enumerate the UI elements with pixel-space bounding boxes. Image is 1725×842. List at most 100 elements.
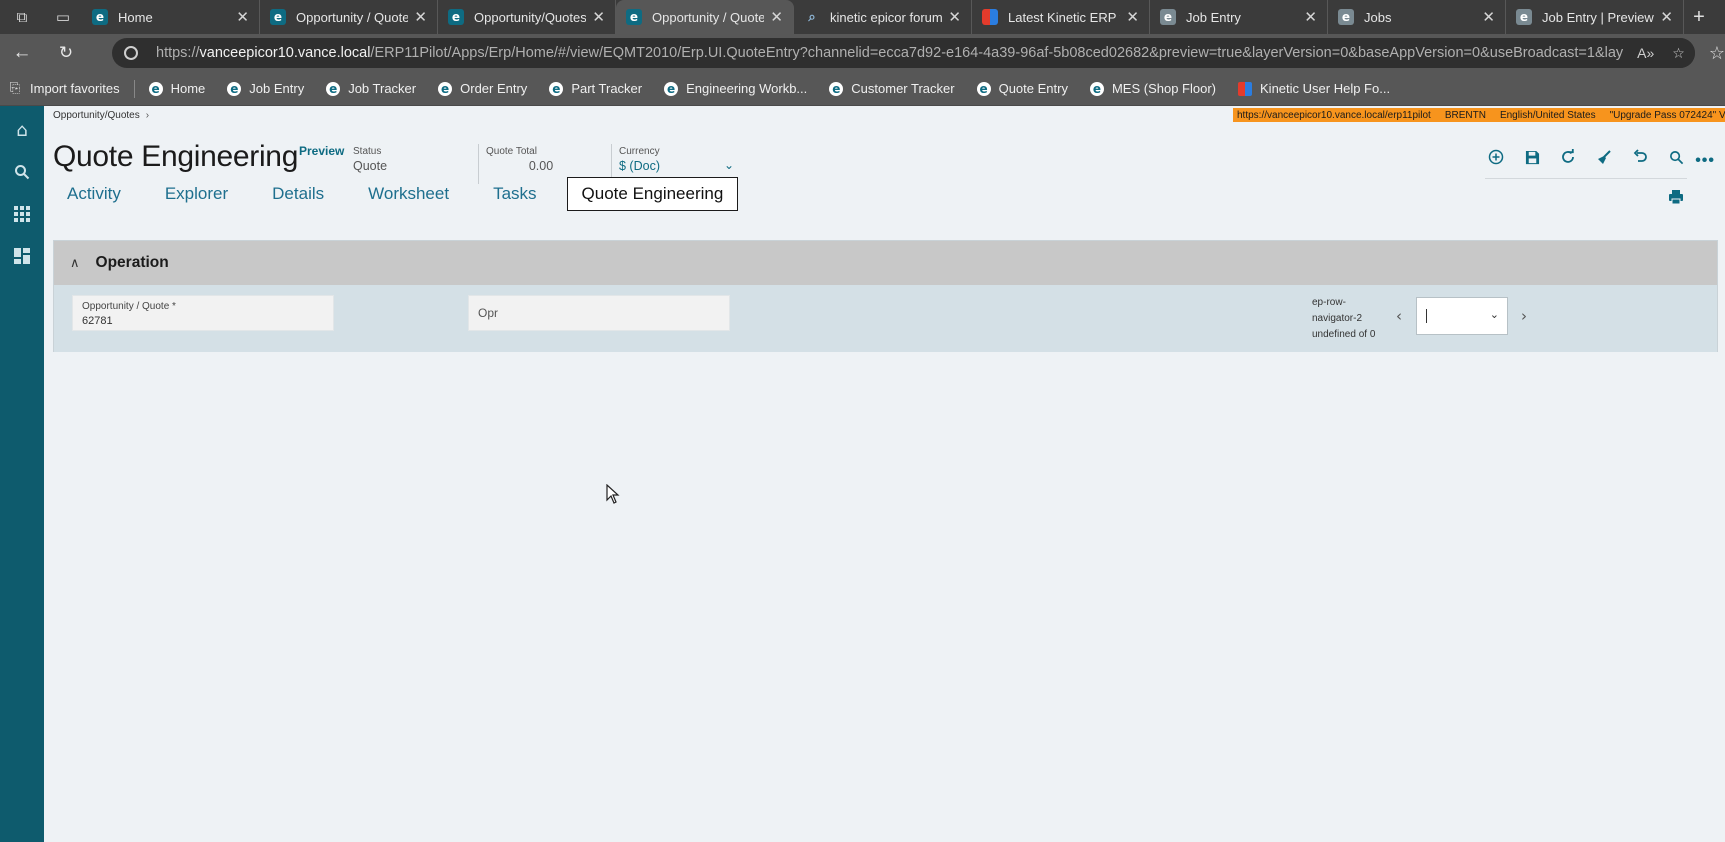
browser-tab-label: Opportunity/Quotes (474, 9, 587, 25)
tab-activity[interactable]: Activity (53, 177, 135, 211)
favorite-item[interactable]: e MES (Shop Floor) (1089, 81, 1216, 96)
apps-grid-icon[interactable] (10, 202, 34, 226)
favorite-item[interactable]: e Job Tracker (326, 81, 416, 96)
quote-total-label: Quote Total (486, 146, 537, 157)
save-icon[interactable] (1521, 146, 1543, 168)
import-icon: ⎘ (9, 81, 21, 96)
browser-tab[interactable]: e Opportunity / Quote E ✕ (616, 0, 794, 34)
browser-tab[interactable]: e Opportunity / Quote E ✕ (260, 0, 438, 34)
environment-bar: https://vanceepicor10.vance.local/erp11p… (1233, 108, 1725, 122)
chevron-down-icon[interactable]: ⌄ (724, 158, 734, 173)
tab-details[interactable]: Details (258, 177, 338, 211)
favorite-item[interactable]: e Part Tracker (549, 81, 642, 96)
more-options-icon[interactable]: ••• (1695, 152, 1715, 170)
tab-worksheet[interactable]: Worksheet (354, 177, 463, 211)
text-caret (1426, 309, 1427, 323)
favorites-bar: ⎘ Import favorites e Home e Job Entry e Job Tra… (0, 72, 1725, 106)
close-icon[interactable]: ✕ (1482, 8, 1495, 26)
epicor-favicon-icon: e (1516, 9, 1532, 25)
browser-tab[interactable]: e Job Entry ✕ (1150, 0, 1328, 34)
opr-label: Opr (478, 306, 499, 320)
operation-panel-title: Operation (95, 254, 169, 271)
favorite-item[interactable]: e Customer Tracker (829, 81, 955, 96)
browser-tab[interactable]: ⌕ kinetic epicor forum - ✕ (794, 0, 972, 34)
site-info-icon[interactable] (124, 46, 138, 60)
address-bar-row: ← ↻ https://vanceepicor10.vance.local/ER… (0, 34, 1725, 72)
close-icon[interactable]: ✕ (948, 8, 961, 26)
quote-total-field: Quote Total 0.00 (486, 146, 596, 173)
favorite-item[interactable]: Kinetic User Help Fo... (1238, 81, 1390, 96)
preview-badge: Preview (299, 144, 345, 158)
browser-tab-label: Job Entry (1186, 9, 1241, 25)
favorite-item[interactable]: e Order Entry (438, 81, 527, 96)
close-icon[interactable]: ✕ (414, 8, 427, 26)
browser-tab-strip: ⧉ ▭ e Home ✕ e Opportunity / Quote E ✕ e Opport… (0, 0, 1725, 34)
print-icon[interactable] (1665, 186, 1687, 208)
tab-explorer[interactable]: Explorer (151, 177, 242, 211)
dashboard-icon[interactable] (10, 244, 34, 268)
epicor-favicon-icon: e (92, 9, 108, 25)
breadcrumb-separator: › (145, 110, 150, 121)
browser-tab[interactable]: e Job Entry | Preview ✕ (1506, 0, 1684, 34)
status-label: Status (353, 146, 382, 157)
row-navigator-select[interactable]: ⌄ (1416, 297, 1508, 335)
browser-tab-label: Job Entry | Preview (1542, 9, 1654, 25)
favorite-item[interactable]: ⎘ Import favorites (8, 81, 120, 96)
close-icon[interactable]: ✕ (236, 8, 249, 26)
favorite-item[interactable]: e Engineering Workb... (664, 81, 807, 96)
favorite-item[interactable]: e Home (148, 81, 205, 96)
favorite-item[interactable]: e Job Entry (227, 81, 304, 96)
chevron-left-icon[interactable]: ‹ (1396, 307, 1402, 325)
operation-panel-header[interactable]: ∧ Operation (54, 241, 1717, 285)
url-path: /ERP11Pilot/Apps/Erp/Home/#/view/EQMT201… (370, 45, 1667, 61)
operation-panel: ∧ Operation Opportunity / Quote * 62781 … (53, 240, 1718, 352)
favorite-item-label: Job Entry (249, 81, 305, 96)
favorite-item[interactable]: e Quote Entry (976, 81, 1068, 96)
clear-brush-icon[interactable] (1593, 146, 1615, 168)
tab-actions-icon[interactable]: ▭ (44, 0, 82, 34)
browser-tab[interactable]: e Latest Kinetic ERP topi ✕ (972, 0, 1150, 34)
search-icon[interactable] (10, 160, 34, 184)
browser-tab[interactable]: e Jobs ✕ (1328, 0, 1506, 34)
browser-tab[interactable]: e Home ✕ (82, 0, 260, 34)
favorite-item-label: Customer Tracker (851, 81, 955, 96)
address-input[interactable]: https://vanceepicor10.vance.local/ERP11P… (112, 38, 1695, 68)
epicor-favicon-icon: e (664, 81, 679, 96)
workspaces-icon[interactable]: ⧉ (0, 0, 44, 34)
page-title: Quote Engineering (53, 140, 299, 173)
new-tab-button[interactable]: + (1684, 0, 1714, 34)
favorite-item-label: Part Tracker (571, 81, 643, 96)
opportunity-quote-field[interactable]: Opportunity / Quote * 62781 (72, 295, 334, 331)
tab-tasks[interactable]: Tasks (479, 177, 550, 211)
close-icon[interactable]: ✕ (770, 8, 783, 26)
refresh-icon[interactable] (1557, 146, 1579, 168)
opr-field[interactable]: Opr (468, 295, 730, 331)
epicor-favicon-icon: e (976, 81, 991, 96)
browser-tab-label: Opportunity / Quote E (296, 9, 409, 25)
close-icon[interactable]: ✕ (1126, 8, 1139, 26)
close-icon[interactable]: ✕ (1660, 8, 1673, 26)
quote-total-value: 0.00 (528, 159, 554, 173)
back-icon[interactable]: ← (0, 42, 44, 64)
currency-select[interactable]: Currency $ (Doc) ⌄ (619, 146, 734, 173)
close-icon[interactable]: ✕ (592, 8, 605, 26)
read-aloud-icon[interactable]: A» (1637, 45, 1654, 61)
favorites-icon[interactable]: ☆ (1709, 43, 1725, 64)
chevron-down-icon[interactable]: ⌄ (1490, 308, 1499, 321)
breadcrumb-item[interactable]: Opportunity/Quotes (53, 110, 140, 121)
undo-icon[interactable] (1629, 146, 1651, 168)
add-new-icon[interactable] (1485, 146, 1507, 168)
chevron-up-icon[interactable]: ∧ (70, 256, 80, 271)
breadcrumb: Opportunity/Quotes › (53, 110, 149, 121)
search-icon[interactable] (1665, 146, 1687, 168)
favorite-item-label: Order Entry (460, 81, 528, 96)
favorites-divider (133, 79, 135, 98)
epicor-favicon-icon: e (438, 81, 453, 96)
refresh-icon[interactable]: ↻ (44, 43, 88, 63)
chevron-right-icon[interactable]: › (1521, 307, 1527, 325)
close-icon[interactable]: ✕ (1304, 8, 1317, 26)
tab-quote-engineering[interactable]: Quote Engineering (566, 177, 739, 211)
favorite-star-icon[interactable]: ☆ (1672, 45, 1685, 62)
home-icon[interactable]: ⌂ (10, 118, 34, 142)
browser-tab[interactable]: e Opportunity/Quotes ✕ (438, 0, 616, 34)
